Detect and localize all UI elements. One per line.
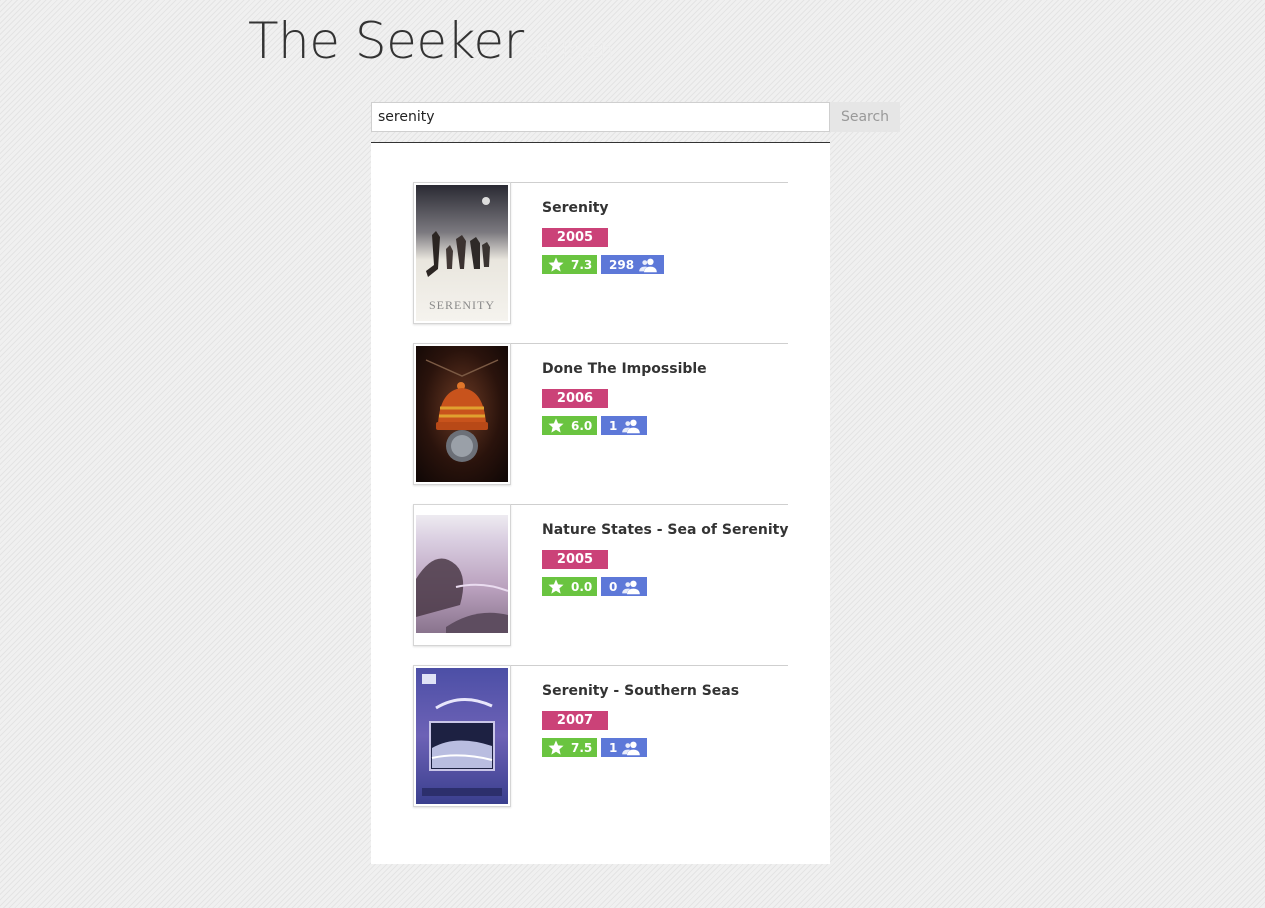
star-icon: [548, 418, 564, 433]
votes-badge: 298: [601, 255, 665, 274]
users-icon: [639, 258, 657, 272]
search-input[interactable]: [371, 102, 830, 132]
votes-badge: 1: [601, 416, 648, 435]
poster-image: SERENITY: [416, 185, 508, 321]
votes-badge: 0: [601, 577, 648, 596]
movie-poster[interactable]: [413, 665, 511, 807]
users-icon: [622, 419, 641, 433]
users-icon: [622, 741, 641, 755]
votes-badge: 1: [601, 738, 648, 757]
rating-value: 0.0: [571, 579, 593, 594]
movie-title[interactable]: Serenity - Southern Seas: [542, 683, 739, 699]
movie-poster[interactable]: SERENITY: [413, 182, 511, 324]
site-title: The Seeker of Truth: [248, 10, 614, 83]
rating-badge: 7.5: [542, 738, 597, 757]
rating-badge: 0.0: [542, 577, 597, 596]
votes-count: 298: [609, 257, 635, 272]
year-badge: 2006: [542, 389, 608, 408]
results-panel: SERENITY Serenity 2005 7.3 298 Done The …: [371, 142, 830, 864]
rating-value: 7.5: [571, 740, 593, 755]
star-icon: [548, 579, 564, 594]
poster-image: [416, 668, 508, 804]
votes-count: 1: [609, 418, 618, 433]
year-badge: 2005: [542, 550, 608, 569]
movie-poster[interactable]: [413, 343, 511, 485]
rating-value: 7.3: [571, 257, 593, 272]
rating-badge: 7.3: [542, 255, 597, 274]
movie-title[interactable]: Serenity: [542, 200, 609, 216]
poster-image: [416, 507, 508, 643]
star-icon: [548, 740, 564, 755]
search-bar: Search: [371, 102, 900, 132]
votes-count: 1: [609, 740, 618, 755]
svg-text:SERENITY: SERENITY: [429, 298, 495, 312]
result-item[interactable]: Nature States - Sea of Serenity 2005 0.0…: [413, 504, 788, 665]
site-title-text: The Seeker: [248, 12, 524, 70]
movie-title[interactable]: Nature States - Sea of Serenity: [542, 522, 788, 538]
rating-value: 6.0: [571, 418, 593, 433]
rating-badge: 6.0: [542, 416, 597, 435]
year-badge: 2007: [542, 711, 608, 730]
year-badge: 2005: [542, 228, 608, 247]
users-icon: [622, 580, 641, 594]
votes-count: 0: [609, 579, 618, 594]
site-subtitle: of Truth: [529, 39, 614, 64]
result-item[interactable]: Done The Impossible 2006 6.0 1: [413, 343, 788, 504]
search-button[interactable]: Search: [830, 102, 900, 132]
poster-image: [416, 346, 508, 482]
movie-poster[interactable]: [413, 504, 511, 646]
movie-title[interactable]: Done The Impossible: [542, 361, 707, 377]
result-item[interactable]: SERENITY Serenity 2005 7.3 298: [413, 182, 788, 343]
star-icon: [548, 257, 564, 272]
result-item[interactable]: Serenity - Southern Seas 2007 7.5 1: [413, 665, 788, 826]
